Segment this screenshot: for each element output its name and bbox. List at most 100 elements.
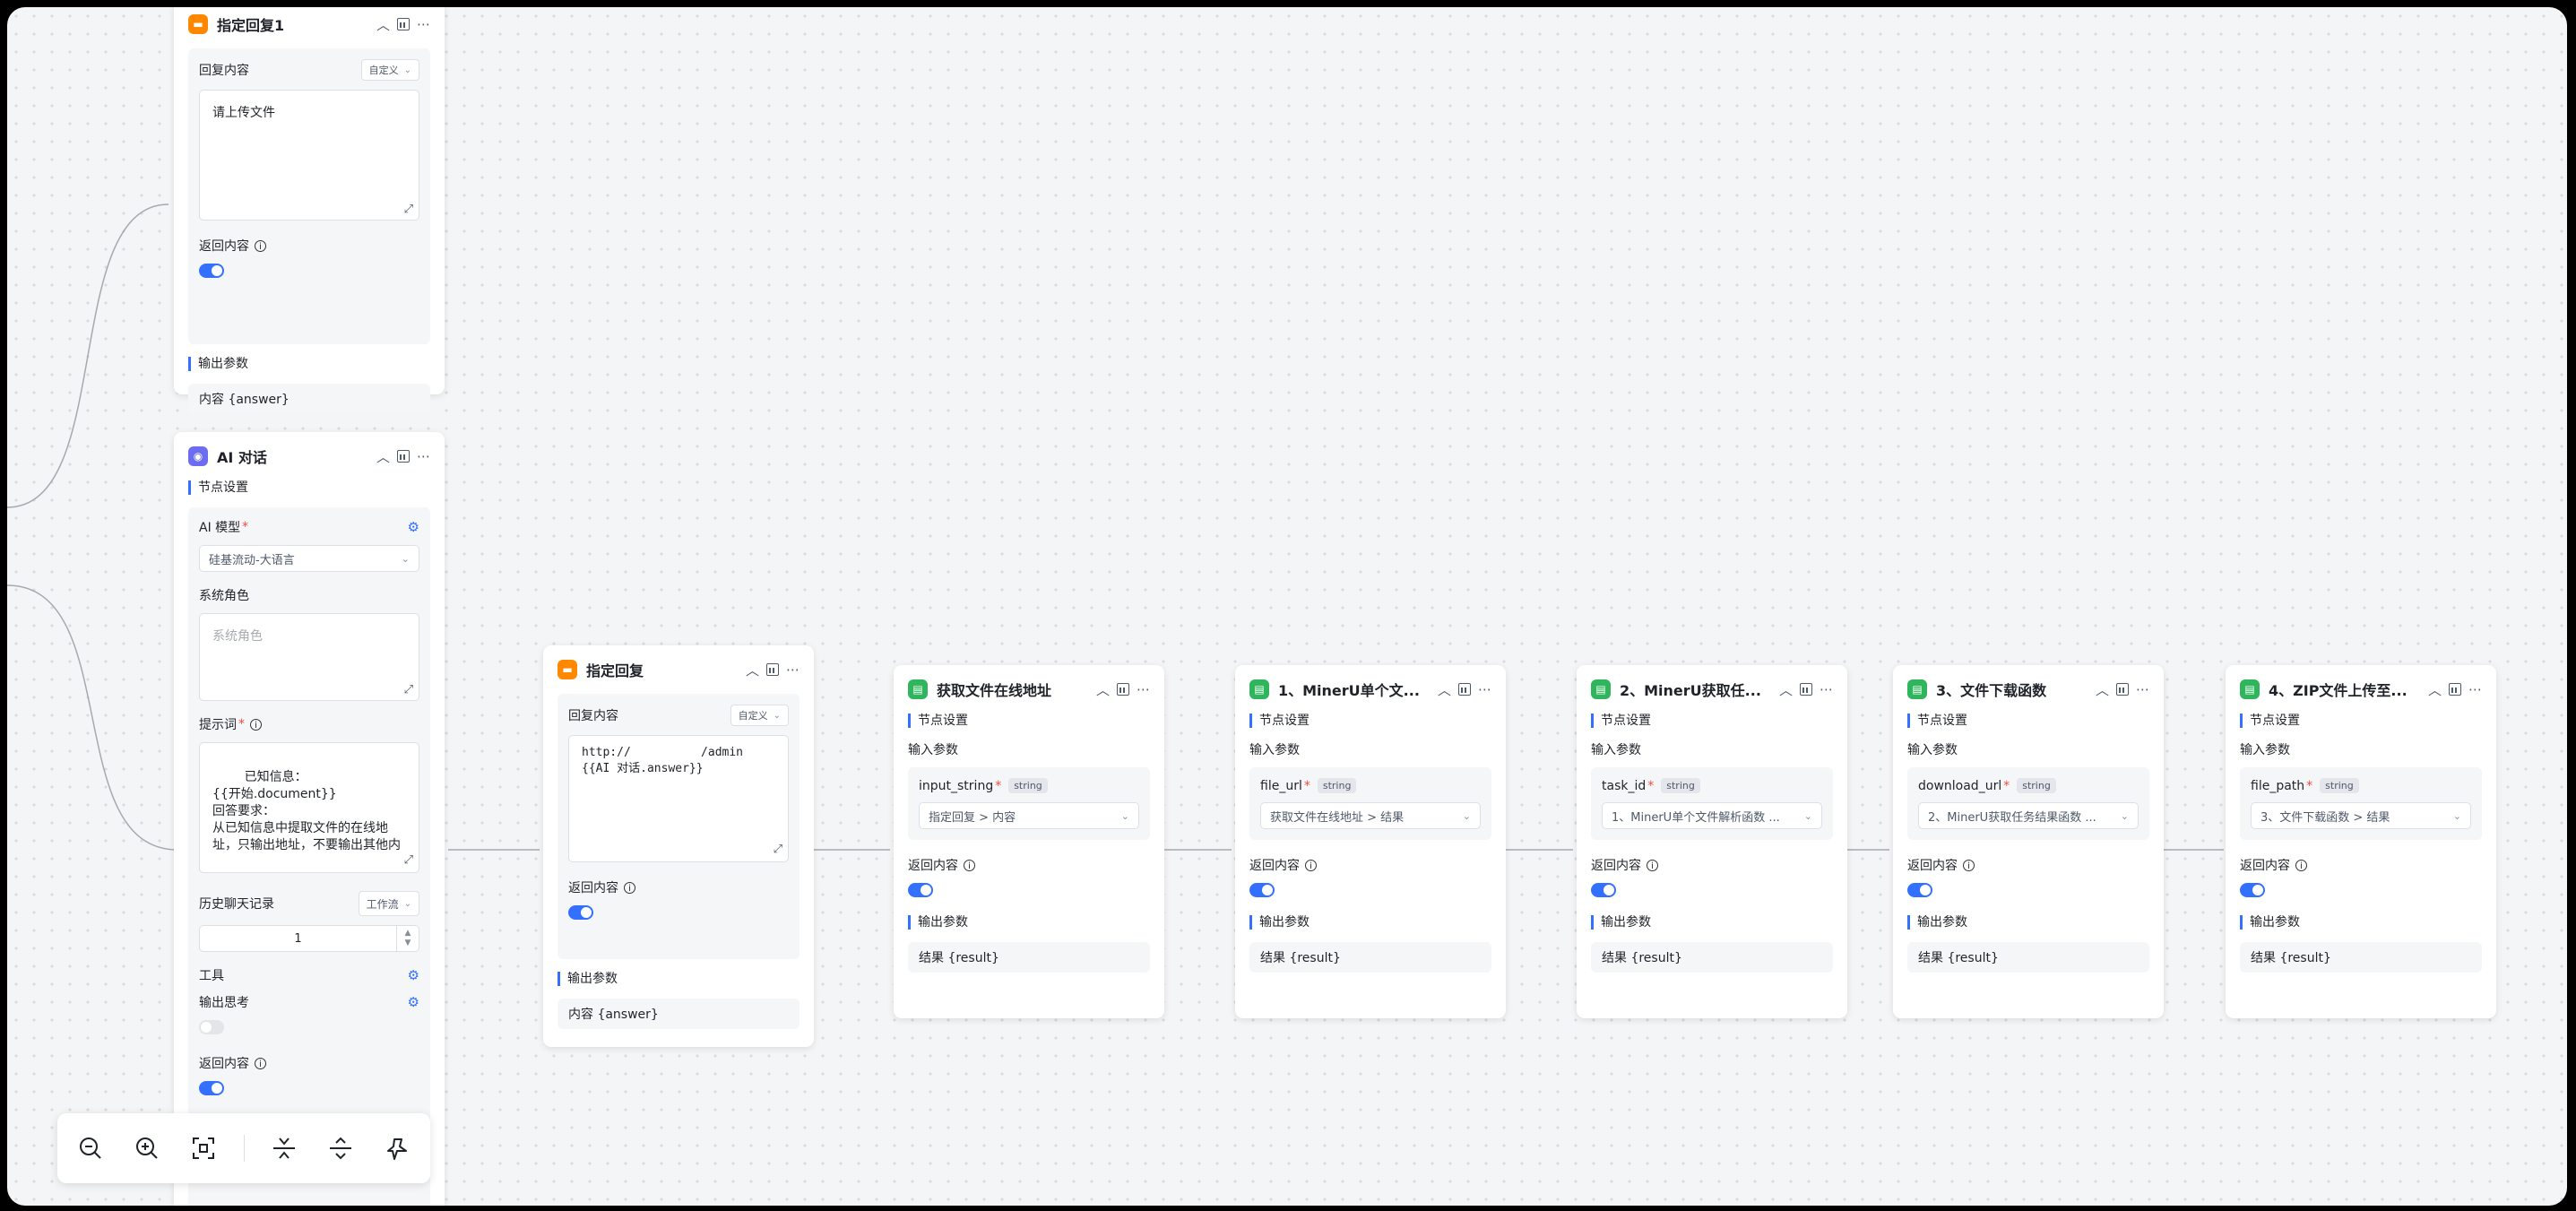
stats-icon[interactable] <box>1458 683 1471 696</box>
gear-icon[interactable]: ⚙ <box>408 994 419 1010</box>
stats-icon[interactable] <box>1117 683 1129 696</box>
return-content-toggle[interactable] <box>1907 883 1932 897</box>
more-icon[interactable]: ⋯ <box>1820 681 1833 697</box>
input-param-box: file_path * string 3、文件下载函数 > 结果 ⌄ <box>2240 767 2482 840</box>
stats-icon[interactable] <box>397 18 410 30</box>
return-content-toggle[interactable] <box>568 905 593 920</box>
collapse-icon[interactable]: ︿ <box>376 447 390 466</box>
zoom-in-icon[interactable] <box>130 1131 163 1165</box>
function-node-3[interactable]: ▤ 2、MinerU获取任... ︿ ⋯ 节点设置 输入参数 task_id * st… <box>1577 665 1847 1018</box>
node-title[interactable]: AI 对话 <box>217 445 369 467</box>
fit-view-icon[interactable] <box>186 1131 220 1165</box>
reply-content-textarea[interactable]: 请上传文件 ⤢ <box>199 90 419 221</box>
return-content-toggle[interactable] <box>199 264 224 278</box>
node-title[interactable]: 4、ZIP文件上传至... <box>2269 679 2421 700</box>
param-source-select[interactable]: 获取文件在线地址 > 结果 ⌄ <box>1260 802 1481 829</box>
zoom-out-icon[interactable] <box>73 1131 107 1165</box>
expand-icon[interactable]: ⤢ <box>404 852 413 869</box>
chevron-down-icon: ⌄ <box>2452 809 2461 822</box>
ai-model-select[interactable]: 硅基流动-大语言 ⌄ <box>199 545 419 572</box>
expand-icon[interactable]: ⤢ <box>404 683 413 696</box>
history-mode-value: 工作流 <box>366 897 399 911</box>
collapse-all-icon[interactable] <box>268 1131 301 1165</box>
reply-mode-select[interactable]: 自定义 ⌄ <box>730 705 789 726</box>
collapse-icon[interactable]: ︿ <box>1779 680 1793 699</box>
stats-icon[interactable] <box>1800 683 1812 696</box>
reply-node-1[interactable]: ▬ 指定回复1 ︿ ⋯ 回复内容 自定义⌄ 请上传文件 ⤢ 返回内容 i 输出 <box>174 7 445 414</box>
more-icon[interactable]: ⋯ <box>417 16 430 32</box>
stats-icon[interactable] <box>397 450 410 463</box>
function-node-4[interactable]: ▤ 3、文件下载函数 ︿ ⋯ 节点设置 输入参数 download_url * str… <box>1893 665 2164 1018</box>
prompt-textarea[interactable]: 已知信息： {{开始.document}} 回答要求： 从已知信息中提取文件的在… <box>199 742 419 873</box>
workflow-canvas[interactable]: ▬ 指定回复1 ︿ ⋯ 回复内容 自定义⌄ 请上传文件 ⤢ 返回内容 i 输出 <box>7 7 2567 1206</box>
expand-icon[interactable]: ⤢ <box>774 842 782 858</box>
stats-icon[interactable] <box>766 663 779 676</box>
collapse-icon[interactable]: ︿ <box>376 15 390 34</box>
more-icon[interactable]: ⋯ <box>1137 681 1150 697</box>
param-name: file_url <box>1260 778 1302 793</box>
input-params-label: 输入参数 <box>908 743 958 757</box>
param-source-select[interactable]: 1、MinerU单个文件解析函数 ... ⌄ <box>1602 802 1822 829</box>
output-think-toggle[interactable] <box>199 1020 224 1034</box>
collapse-icon[interactable]: ︿ <box>1438 680 1451 699</box>
return-content-toggle[interactable] <box>1591 883 1616 897</box>
reply-content-textarea[interactable]: http:// /admin {{AI 对话.answer}} ⤢ <box>568 735 789 862</box>
prompt-label: 提示词 <box>199 718 237 732</box>
history-label: 历史聊天记录 <box>199 897 274 912</box>
return-content-toggle[interactable] <box>908 883 933 897</box>
auto-layout-icon[interactable] <box>381 1131 414 1165</box>
param-source-select[interactable]: 2、MinerU获取任务结果函数 ... ⌄ <box>1918 802 2139 829</box>
node-title[interactable]: 获取文件在线地址 <box>937 679 1089 700</box>
more-icon[interactable]: ⋯ <box>1478 681 1491 697</box>
return-content-toggle[interactable] <box>1249 883 1275 897</box>
output-params-title: 输出参数 <box>558 972 800 986</box>
param-source-select[interactable]: 3、文件下载函数 > 结果 ⌄ <box>2251 802 2471 829</box>
return-content-label: 返回内容 <box>2240 859 2290 873</box>
function-node-2[interactable]: ▤ 1、MinerU单个文... ︿ ⋯ 节点设置 输入参数 file_url * s… <box>1235 665 1506 1018</box>
return-content-toggle[interactable] <box>2240 883 2265 897</box>
collapse-icon[interactable]: ︿ <box>746 661 759 679</box>
return-content-toggle[interactable] <box>199 1081 224 1095</box>
gear-icon[interactable]: ⚙ <box>408 967 419 983</box>
reply-mode-select[interactable]: 自定义 ⌄ <box>360 59 419 81</box>
return-content-label: 返回内容 <box>568 881 618 895</box>
node-title[interactable]: 3、文件下载函数 <box>1936 679 2088 700</box>
node-title[interactable]: 2、MinerU获取任... <box>1620 679 1772 700</box>
param-source-select[interactable]: 指定回复 > 内容 ⌄ <box>919 802 1139 829</box>
function-node-1[interactable]: ▤ 获取文件在线地址 ︿ ⋯ 节点设置 输入参数 input_string * str… <box>894 665 1164 1018</box>
reply-settings: 回复内容 自定义 ⌄ 请上传文件 ⤢ 返回内容 i <box>188 48 430 344</box>
function-node-5[interactable]: ▤ 4、ZIP文件上传至... ︿ ⋯ 节点设置 输入参数 file_path * s… <box>2226 665 2496 1018</box>
collapse-icon[interactable]: ︿ <box>2096 680 2109 699</box>
history-count-stepper[interactable]: 1 ▲ ▼ <box>199 925 419 952</box>
stats-icon[interactable] <box>2116 683 2129 696</box>
gear-icon[interactable]: ⚙ <box>408 519 419 535</box>
expand-icon[interactable]: ⤢ <box>404 203 413 216</box>
output-answer: 内容 {answer} <box>188 384 430 414</box>
increment-icon[interactable]: ▲ <box>405 929 411 939</box>
param-source-value: 获取文件在线地址 > 结果 <box>1270 810 1405 825</box>
more-icon[interactable]: ⋯ <box>417 448 430 464</box>
history-mode-select[interactable]: 工作流 ⌄ <box>358 891 419 916</box>
more-icon[interactable]: ⋯ <box>2468 681 2482 697</box>
more-icon[interactable]: ⋯ <box>2136 681 2149 697</box>
more-icon[interactable]: ⋯ <box>786 662 800 678</box>
reply-content-text: http:// /admin {{AI 对话.answer}} <box>582 746 744 775</box>
ai-chat-node[interactable]: ◉ AI 对话 ︿ ⋯ 节点设置 AI 模型 * ⚙ 硅基流动-大语言 ⌄ 系统角色… <box>174 432 445 1206</box>
reply-node-2[interactable]: ▬ 指定回复 ︿ ⋯ 回复内容 自定义 ⌄ http:// /admin {{AI… <box>543 645 814 1047</box>
node-title[interactable]: 指定回复 <box>586 659 739 680</box>
decrement-icon[interactable]: ▼ <box>405 939 411 948</box>
node-title[interactable]: 1、MinerU单个文... <box>1278 679 1431 700</box>
collapse-icon[interactable]: ︿ <box>2428 680 2442 699</box>
node-settings-title: 节点设置 <box>908 714 1150 728</box>
tools-label: 工具 <box>199 969 224 983</box>
node-title[interactable]: 指定回复1 <box>217 13 369 35</box>
param-type-badge: string <box>1008 778 1048 793</box>
stats-icon[interactable] <box>2449 683 2461 696</box>
info-icon: i <box>964 859 975 871</box>
return-content-label: 返回内容 <box>1249 859 1300 873</box>
expand-all-icon[interactable] <box>324 1131 358 1165</box>
system-role-textarea[interactable]: 系统角色 ⤢ <box>199 613 419 701</box>
edge-start-to-ai <box>7 584 178 851</box>
param-type-badge: string <box>2017 778 2056 793</box>
collapse-icon[interactable]: ︿ <box>1096 680 1110 699</box>
